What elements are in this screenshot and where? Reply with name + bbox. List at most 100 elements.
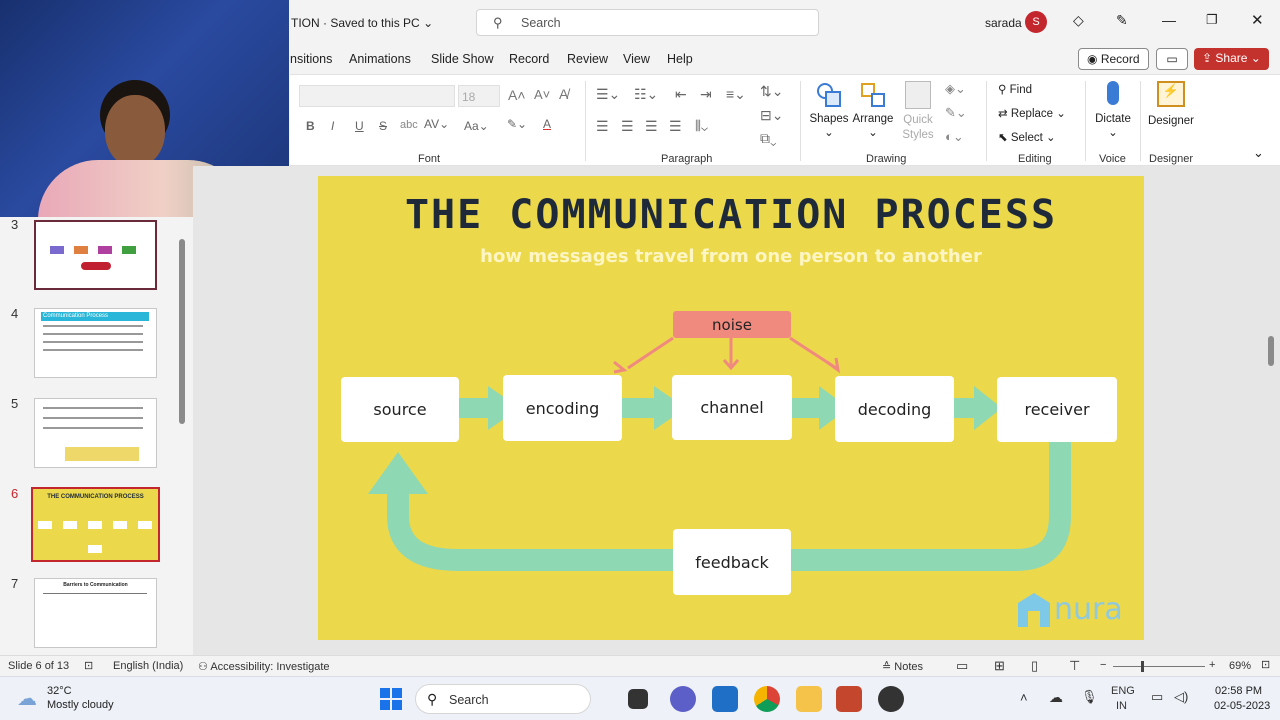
- pen-icon[interactable]: ✎: [1116, 12, 1128, 29]
- source-box[interactable]: source: [341, 377, 459, 442]
- record-button[interactable]: ◉ Record: [1078, 48, 1149, 70]
- network-icon[interactable]: ▭: [1151, 689, 1163, 705]
- char-spacing-icon[interactable]: AV⌄: [424, 117, 449, 131]
- decoding-box[interactable]: decoding: [835, 376, 954, 442]
- file-explorer-icon[interactable]: [796, 686, 822, 712]
- slide[interactable]: THE COMMUNICATION PROCESS how messages t…: [318, 176, 1144, 640]
- slide-subtitle[interactable]: how messages travel from one person to a…: [318, 246, 1144, 267]
- slide-thumbnail-5[interactable]: [34, 398, 157, 468]
- slide-thumbnail-6-selected[interactable]: THE COMMUNICATION PROCESS: [31, 487, 160, 562]
- powerpoint-icon[interactable]: [836, 686, 862, 712]
- thumbnail-scrollbar[interactable]: [179, 239, 185, 424]
- taskbar-search[interactable]: ⚲ Search: [415, 684, 591, 714]
- decrease-indent-icon[interactable]: ⇤: [675, 86, 687, 103]
- text-direction-icon[interactable]: ⇅⌄: [760, 83, 783, 100]
- italic-icon[interactable]: I: [331, 119, 334, 133]
- teams-icon[interactable]: [670, 686, 696, 712]
- task-view-icon[interactable]: [628, 689, 648, 709]
- language-region[interactable]: IN: [1116, 700, 1127, 712]
- notes-button[interactable]: ≙ Notes: [882, 660, 923, 673]
- onedrive-icon[interactable]: ☁: [1049, 689, 1063, 706]
- font-name-box[interactable]: [299, 85, 455, 107]
- font-color-icon[interactable]: A: [543, 117, 551, 131]
- bold-icon[interactable]: B: [306, 119, 315, 133]
- align-right-icon[interactable]: ☰: [645, 118, 658, 135]
- designer-button[interactable]: ⚡ Designer: [1146, 81, 1196, 127]
- fit-to-window-icon[interactable]: ⊡: [1261, 658, 1270, 671]
- slide-sorter-icon[interactable]: ⊞: [994, 658, 1005, 674]
- select-button[interactable]: ⬉ Select ⌄: [998, 130, 1056, 144]
- shape-fill-icon[interactable]: ◈⌄: [945, 81, 966, 97]
- obs-icon[interactable]: [878, 686, 904, 712]
- highlight-icon[interactable]: ✎⌄: [507, 117, 527, 131]
- document-title[interactable]: TION · Saved to this PC ⌄: [291, 16, 433, 30]
- line-spacing-icon[interactable]: ≡⌄: [726, 86, 746, 103]
- zoom-slider[interactable]: [1113, 661, 1205, 672]
- slide-thumbnail-4[interactable]: Communication Process: [34, 308, 157, 378]
- zoom-in-button[interactable]: +: [1209, 659, 1215, 671]
- tab-help[interactable]: Help: [667, 52, 693, 66]
- replace-button[interactable]: ⇄ Replace ⌄: [998, 106, 1066, 120]
- accessibility-button[interactable]: ⚇ Accessibility: Investigate: [198, 660, 330, 673]
- language-code[interactable]: ENG: [1111, 685, 1135, 697]
- tab-slide-show[interactable]: Slide Show: [431, 52, 494, 66]
- justify-icon[interactable]: ☰: [669, 118, 682, 135]
- weather-temp[interactable]: 32°C: [47, 685, 72, 697]
- normal-view-icon[interactable]: ▭: [956, 658, 968, 674]
- start-button[interactable]: [380, 688, 402, 710]
- change-case-icon[interactable]: Aa⌄: [464, 119, 489, 133]
- shrink-font-icon[interactable]: A˅: [534, 87, 550, 102]
- receiver-box[interactable]: receiver: [997, 377, 1117, 442]
- increase-indent-icon[interactable]: ⇥: [700, 86, 712, 103]
- quick-styles-button[interactable]: Quick Styles: [896, 81, 940, 143]
- align-center-icon[interactable]: ☰: [621, 118, 634, 135]
- tab-view[interactable]: View: [623, 52, 650, 66]
- tab-transitions[interactable]: nsitions: [290, 52, 332, 66]
- chevron-up-icon[interactable]: ˄: [1020, 690, 1028, 705]
- tab-record[interactable]: Record: [509, 52, 549, 66]
- numbering-icon[interactable]: ☷⌄: [634, 86, 658, 103]
- bullets-icon[interactable]: ☰⌄: [596, 86, 620, 103]
- font-size-box[interactable]: 18: [458, 85, 500, 107]
- minimize-icon[interactable]: —: [1162, 12, 1176, 28]
- clear-format-icon[interactable]: A̸: [559, 86, 568, 102]
- slideshow-view-icon[interactable]: ⊤: [1069, 658, 1080, 674]
- zoom-level[interactable]: 69%: [1229, 660, 1251, 672]
- reading-view-icon[interactable]: ▯: [1031, 658, 1038, 674]
- align-left-icon[interactable]: ☰: [596, 118, 609, 135]
- clock-time[interactable]: 02:58 PM: [1215, 685, 1262, 697]
- arrange-button[interactable]: Arrange ⌄: [850, 81, 896, 139]
- slide-thumbnail-7[interactable]: Barriers to Communication: [34, 578, 157, 648]
- diamond-icon[interactable]: ◇: [1073, 12, 1084, 29]
- collapse-ribbon-icon[interactable]: ⌄: [1253, 145, 1264, 161]
- find-button[interactable]: ⚲ Find: [998, 82, 1032, 96]
- spelling-icon[interactable]: ⊡: [84, 659, 93, 672]
- volume-icon[interactable]: ◁): [1174, 689, 1188, 705]
- comments-button[interactable]: ▭: [1156, 48, 1188, 70]
- weather-desc[interactable]: Mostly cloudy: [47, 699, 114, 711]
- encoding-box[interactable]: encoding: [503, 375, 622, 441]
- slide-title[interactable]: THE COMMUNICATION PROCESS: [318, 192, 1144, 238]
- language-indicator[interactable]: English (India): [113, 660, 183, 672]
- dictate-button[interactable]: Dictate ⌄: [1090, 81, 1136, 139]
- vertical-scrollbar[interactable]: [1268, 336, 1274, 366]
- share-button[interactable]: ⇪ Share ⌄: [1194, 48, 1269, 70]
- noise-box[interactable]: noise: [673, 311, 791, 338]
- avatar[interactable]: S: [1025, 11, 1047, 33]
- slide-thumbnail-3[interactable]: [34, 220, 157, 290]
- shape-effects-icon[interactable]: ◐⌄: [945, 129, 964, 145]
- strikethrough-icon[interactable]: S: [379, 119, 387, 133]
- search-box[interactable]: ⚲ Search: [476, 9, 819, 36]
- shape-outline-icon[interactable]: ✎⌄: [945, 105, 967, 121]
- underline-icon[interactable]: U: [355, 119, 364, 133]
- columns-icon[interactable]: ⫼⌄: [695, 118, 708, 134]
- shadow-icon[interactable]: abc: [400, 119, 418, 131]
- close-icon[interactable]: ✕: [1251, 11, 1264, 29]
- zoom-out-button[interactable]: −: [1100, 659, 1106, 671]
- store-icon[interactable]: [712, 686, 738, 712]
- microphone-icon[interactable]: 🎙: [1081, 689, 1098, 705]
- chrome-icon[interactable]: [754, 686, 780, 712]
- channel-box[interactable]: channel: [672, 375, 792, 440]
- tab-review[interactable]: Review: [567, 52, 608, 66]
- restore-icon[interactable]: ❐: [1206, 12, 1218, 28]
